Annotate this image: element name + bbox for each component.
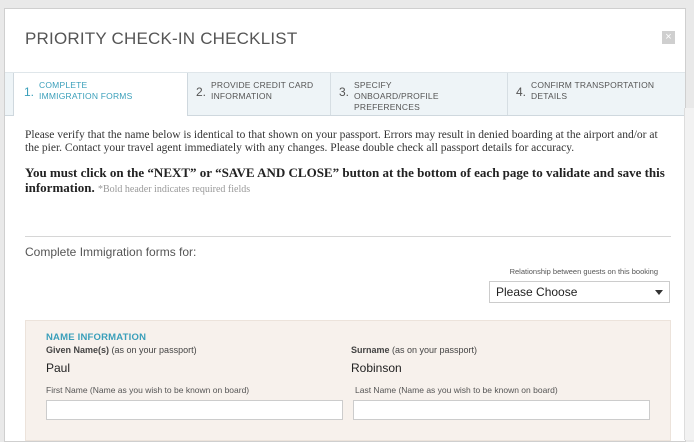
step-tabs: 1. COMPLETE IMMIGRATION FORMS 2. PROVIDE… [5, 72, 685, 116]
instructions: Please verify that the name below is ide… [25, 129, 671, 197]
tab-confirm-transportation[interactable]: 4. CONFIRM TRANSPORTATION DETAILS [508, 73, 685, 115]
divider [25, 236, 671, 237]
close-icon[interactable]: × [662, 31, 675, 44]
surname-label-rest: (as on your passport) [389, 345, 478, 355]
last-name-hint: Last Name (Name as you wish to be known … [355, 385, 558, 395]
scrollbar[interactable] [684, 108, 694, 440]
tab-number: 2. [196, 85, 207, 99]
section-title: NAME INFORMATION [46, 332, 147, 343]
tab-provide-credit-card[interactable]: 2. PROVIDE CREDIT CARD INFORMATION [188, 73, 331, 115]
tab-label: SPECIFY ONBOARD/PROFILE PREFERENCES [354, 80, 439, 112]
name-information-panel: NAME INFORMATION Given Name(s) (as on yo… [25, 320, 671, 441]
first-name-input[interactable] [46, 400, 343, 420]
complete-forms-label: Complete Immigration forms for: [25, 245, 197, 259]
must-click-text: You must click on the “NEXT” or “SAVE AN… [25, 165, 671, 197]
tab-number: 3. [339, 85, 350, 99]
given-name-value: Paul [46, 361, 71, 375]
given-name-label: Given Name(s) (as on your passport) [46, 345, 197, 355]
relationship-selected-value: Please Choose [496, 285, 578, 299]
tab-number: 4. [516, 85, 527, 99]
tab-specify-preferences[interactable]: 3. SPECIFY ONBOARD/PROFILE PREFERENCES [331, 73, 508, 115]
last-name-input[interactable] [353, 400, 650, 420]
given-name-label-bold: Given Name(s) [46, 345, 110, 355]
tab-label: CONFIRM TRANSPORTATION DETAILS [531, 80, 655, 101]
chevron-down-icon [655, 290, 663, 295]
given-name-label-rest: (as on your passport) [109, 345, 197, 355]
required-note: *Bold header indicates required fields [97, 184, 251, 195]
dialog-title: PRIORITY CHECK-IN CHECKLIST [25, 29, 298, 48]
surname-value: Robinson [351, 361, 402, 375]
surname-label-bold: Surname [351, 345, 390, 355]
intro-text: Please verify that the name below is ide… [25, 129, 658, 154]
relationship-select[interactable]: Please Choose [489, 281, 670, 303]
surname-label: Surname (as on your passport) [351, 345, 477, 355]
tab-complete-immigration-forms[interactable]: 1. COMPLETE IMMIGRATION FORMS [13, 73, 188, 116]
checkin-dialog: PRIORITY CHECK-IN CHECKLIST × 1. COMPLET… [4, 8, 686, 442]
tab-label: COMPLETE IMMIGRATION FORMS [39, 80, 133, 101]
relationship-label: Relationship between guests on this book… [509, 267, 658, 276]
first-name-hint: First Name (Name as you wish to be known… [46, 385, 250, 395]
tab-label: PROVIDE CREDIT CARD INFORMATION [211, 80, 314, 101]
tab-number: 1. [24, 85, 35, 99]
